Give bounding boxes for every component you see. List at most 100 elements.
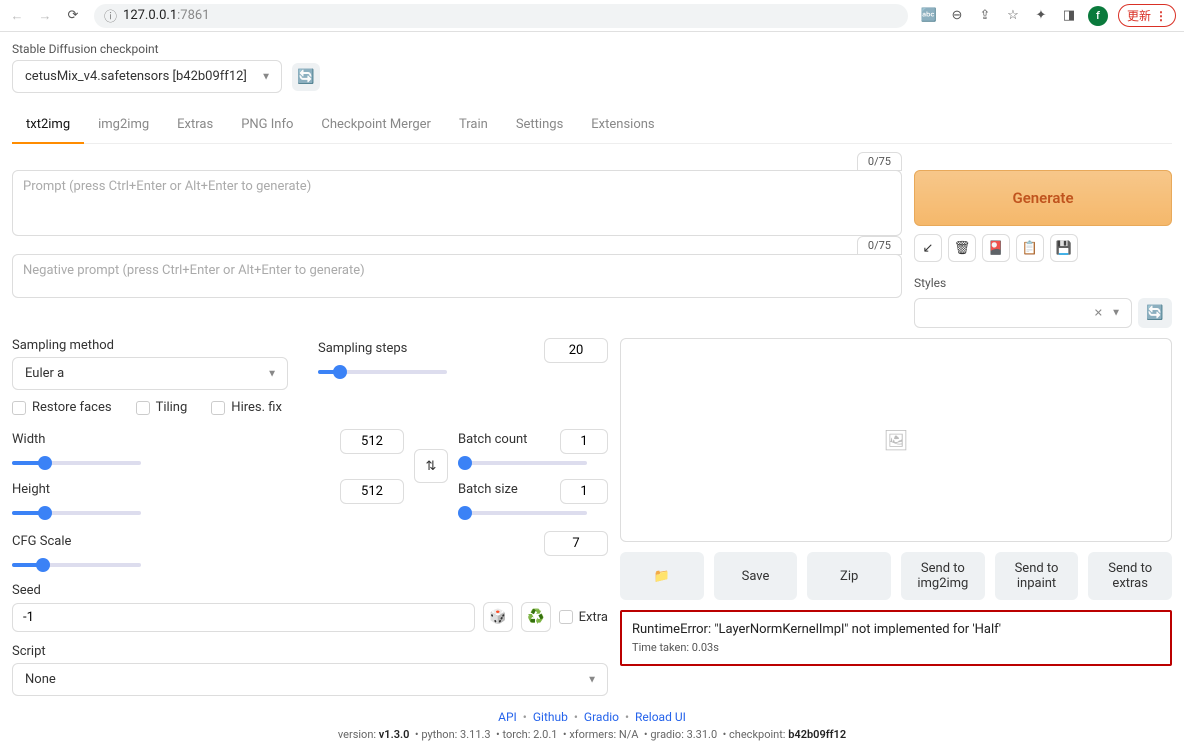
version-line: version: v1.3.0 • python: 3.11.3 • torch… [12,728,1172,741]
tab-bar: txt2img img2img Extras PNG Info Checkpoi… [12,107,1172,144]
refresh-styles-button[interactable]: 🔄 [1138,298,1172,328]
send-to-img2img-button[interactable]: Send to img2img [901,552,985,600]
update-label: 更新 [1127,7,1151,24]
cfg-scale-input[interactable] [544,531,608,556]
restore-faces-label: Restore faces [32,400,112,415]
tab-extensions[interactable]: Extensions [577,107,668,143]
batch-count-input[interactable] [560,429,608,454]
save-button[interactable]: Save [714,552,798,600]
translate-icon[interactable]: 🔤 [920,7,938,25]
width-input[interactable] [340,429,404,454]
sampling-method-value: Euler a [25,366,64,381]
url-bar[interactable]: ⓘ 127.0.0.1:7861 [94,4,908,28]
send-to-extras-button[interactable]: Send to extras [1088,552,1172,600]
height-label: Height [12,482,50,497]
tiling-label: Tiling [156,400,188,415]
seed-label: Seed [12,583,608,598]
extensions-icon[interactable]: ✦ [1032,7,1050,25]
chevron-down-icon: ▼ [1111,308,1121,319]
footer-github-link[interactable]: Github [533,710,568,724]
clear-styles-icon[interactable]: ✕ [1094,307,1103,320]
trash-icon[interactable]: 🗑 [948,234,976,262]
share-icon[interactable]: ⇪ [976,7,994,25]
batch-size-input[interactable] [560,479,608,504]
url-host: 127.0.0.1 [123,8,177,23]
script-label: Script [12,644,608,659]
tab-pnginfo[interactable]: PNG Info [227,107,307,143]
forward-icon[interactable]: → [36,7,54,25]
script-value: None [25,672,56,687]
palette-icon[interactable]: 🎴 [982,234,1010,262]
batch-size-label: Batch size [458,482,518,497]
profile-avatar[interactable]: f [1088,6,1108,26]
script-select[interactable]: None ▼ [12,663,608,696]
prompt-token-counter: 0/75 [857,152,902,171]
tab-checkpoint-merger[interactable]: Checkpoint Merger [307,107,445,143]
clipboard-icon[interactable]: 📋 [1016,234,1044,262]
reuse-seed-button[interactable]: ♻️ [521,602,551,632]
sampling-steps-slider[interactable] [318,370,447,374]
footer-api-link[interactable]: API [498,710,517,724]
random-seed-button[interactable]: 🎲 [483,602,513,632]
send-to-inpaint-button[interactable]: Send to inpaint [995,552,1079,600]
sampling-method-select[interactable]: Euler a ▼ [12,357,288,390]
neg-prompt-token-counter: 0/75 [857,236,902,255]
refresh-checkpoint-button[interactable]: 🔄 [292,63,320,91]
site-info-icon[interactable]: ⓘ [104,6,117,25]
arrow-bottomleft-icon[interactable]: ↙ [914,234,942,262]
image-preview: 🖼 [620,338,1172,542]
footer-gradio-link[interactable]: Gradio [584,710,619,724]
generate-button[interactable]: Generate [914,170,1172,226]
width-label: Width [12,432,45,447]
prompt-input[interactable] [12,170,902,236]
height-input[interactable] [340,479,404,504]
negative-prompt-input[interactable] [12,254,902,298]
cfg-scale-label: CFG Scale [12,534,71,549]
menu-dots-icon: ⋮ [1155,9,1167,23]
sidepanel-icon[interactable]: ◨ [1060,7,1078,25]
chevron-down-icon: ▼ [261,71,271,82]
zoom-icon[interactable]: ⊖ [948,7,966,25]
open-folder-button[interactable]: 📁 [620,552,704,600]
width-slider[interactable] [12,461,141,465]
chevron-down-icon: ▼ [587,674,597,685]
footer-reload-link[interactable]: Reload UI [635,710,686,724]
url-port: :7861 [177,8,209,23]
styles-label: Styles [914,276,1172,290]
tab-img2img[interactable]: img2img [84,107,163,143]
swap-dimensions-button[interactable]: ⇅ [414,449,448,483]
batch-count-label: Batch count [458,432,527,447]
styles-select[interactable]: ✕ ▼ [914,298,1132,328]
update-button[interactable]: 更新 ⋮ [1118,4,1176,27]
tiling-checkbox[interactable]: Tiling [136,400,188,415]
hires-fix-checkbox[interactable]: Hires. fix [211,400,282,415]
star-icon[interactable]: ☆ [1004,7,1022,25]
footer-links: API• Github• Gradio• Reload UI [12,710,1172,724]
tab-extras[interactable]: Extras [163,107,227,143]
error-message: RuntimeError: "LayerNormKernelImpl" not … [632,622,1160,637]
sampling-method-label: Sampling method [12,338,288,353]
cfg-scale-slider[interactable] [12,563,141,567]
tab-train[interactable]: Train [445,107,502,143]
tab-txt2img[interactable]: txt2img [12,107,84,144]
tab-settings[interactable]: Settings [502,107,577,143]
extra-seed-label: Extra [579,610,608,625]
extra-seed-checkbox[interactable]: Extra [559,610,608,625]
reload-icon[interactable]: ⟳ [64,7,82,25]
height-slider[interactable] [12,511,141,515]
sampling-steps-input[interactable] [544,338,608,363]
image-placeholder-icon: 🖼 [883,428,908,452]
back-icon[interactable]: ← [8,7,26,25]
zip-button[interactable]: Zip [807,552,891,600]
seed-input[interactable] [12,603,475,632]
error-box: RuntimeError: "LayerNormKernelImpl" not … [620,610,1172,666]
hires-fix-label: Hires. fix [231,400,282,415]
batch-size-slider[interactable] [458,511,587,515]
save-icon[interactable]: 💾 [1050,234,1078,262]
checkpoint-label: Stable Diffusion checkpoint [12,42,1172,56]
checkpoint-select[interactable]: cetusMix_v4.safetensors [b42b09ff12] ▼ [12,60,282,93]
batch-count-slider[interactable] [458,461,587,465]
restore-faces-checkbox[interactable]: Restore faces [12,400,112,415]
browser-toolbar: ← → ⟳ ⓘ 127.0.0.1:7861 🔤 ⊖ ⇪ ☆ ✦ ◨ f 更新 … [0,0,1184,32]
error-time: Time taken: 0.03s [632,641,1160,654]
